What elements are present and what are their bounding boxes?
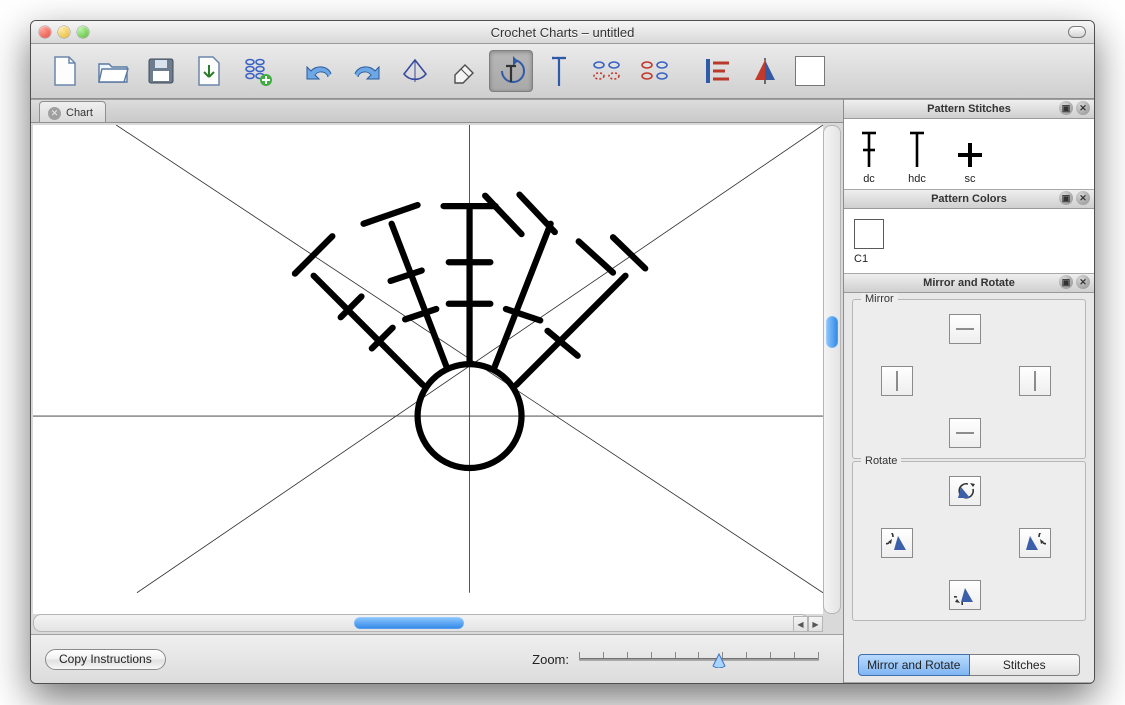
hdc-icon (908, 131, 926, 169)
row-horiz-button[interactable] (585, 50, 629, 92)
mirror-diagonal-icon (751, 56, 779, 86)
rotate-stitch-button[interactable] (489, 50, 533, 92)
tab-mirror-rotate[interactable]: Mirror and Rotate (858, 654, 970, 676)
sc-icon (956, 141, 984, 169)
mirror-up-icon (954, 320, 976, 338)
side-palette: Pattern Stitches ▣✕ dc hdc (843, 99, 1094, 683)
zoom-slider-thumb[interactable] (711, 650, 727, 666)
add-rows-button[interactable] (235, 50, 279, 92)
window-title: Crochet Charts – untitled (31, 25, 1094, 40)
half-double-crochet-icon (549, 54, 569, 88)
close-tab-icon[interactable]: ✕ (48, 107, 61, 120)
rotate-down-icon (954, 585, 976, 605)
rotate-down-button[interactable] (949, 580, 981, 610)
document-tabstrip: ✕ Chart (31, 100, 843, 123)
rotate-stitch-icon (496, 56, 526, 86)
panel-close-icon[interactable]: ✕ (1076, 275, 1090, 289)
align-button[interactable] (695, 50, 739, 92)
selection-tool-button[interactable] (393, 50, 437, 92)
undo-button[interactable] (297, 50, 341, 92)
rotate-left-button[interactable] (881, 528, 913, 558)
stitch-hdc[interactable]: hdc (908, 131, 926, 185)
titlebar: Crochet Charts – untitled (31, 21, 1094, 44)
mirror-rotate-panel: Mirror and Rotate ▣✕ Mirror R (844, 274, 1094, 683)
rotate-group: Rotate (852, 461, 1086, 621)
redo-button[interactable] (345, 50, 389, 92)
horizontal-flip-icon (590, 59, 624, 83)
rotate-right-icon (1024, 533, 1046, 553)
document-tab-label: Chart (66, 107, 93, 119)
mirror-right-icon (1025, 370, 1045, 392)
rotate-up-button[interactable] (949, 476, 981, 506)
rotate-right-button[interactable] (1019, 528, 1051, 558)
mirror-left-button[interactable] (881, 366, 913, 396)
color-c1[interactable]: C1 (852, 215, 1086, 269)
pattern-colors-panel: Pattern Colors ▣✕ C1 (844, 190, 1094, 274)
zoom-slider[interactable] (579, 649, 819, 669)
mirror-down-button[interactable] (949, 418, 981, 448)
save-icon (147, 57, 175, 85)
main-toolbar (31, 44, 1094, 99)
text-align-icon (703, 56, 731, 86)
status-bar: Copy Instructions Zoom: (31, 634, 843, 683)
dc-icon (860, 131, 878, 169)
open-file-button[interactable] (91, 50, 135, 92)
eraser-icon (449, 57, 477, 85)
rotate-left-icon (886, 533, 908, 553)
stitch-dc[interactable]: dc (860, 131, 878, 185)
mirror-rotate-title: Mirror and Rotate (923, 277, 1015, 289)
add-multiple-icon (242, 56, 272, 86)
app-window: Crochet Charts – untitled (30, 20, 1095, 684)
eraser-button[interactable] (441, 50, 485, 92)
horizontal-scroll-thumb[interactable] (354, 617, 464, 629)
mirror-tool-button[interactable] (743, 50, 787, 92)
mirror-up-button[interactable] (949, 314, 981, 344)
save-button[interactable] (139, 50, 183, 92)
hdc-stitch-button[interactable] (537, 50, 581, 92)
rotate-up-icon (954, 481, 976, 501)
selection-wedge-icon (400, 56, 430, 86)
panel-close-icon[interactable]: ✕ (1076, 101, 1090, 115)
chart-canvas[interactable] (33, 125, 823, 614)
panel-close-icon[interactable]: ✕ (1076, 191, 1090, 205)
pattern-colors-title: Pattern Colors (931, 193, 1007, 205)
open-file-icon (96, 57, 130, 85)
pattern-stitches-title: Pattern Stitches (927, 103, 1011, 115)
panel-popout-icon[interactable]: ▣ (1059, 191, 1073, 205)
palette-tab-bar: Mirror and Rotate Stitches (852, 650, 1086, 680)
panel-popout-icon[interactable]: ▣ (1059, 101, 1073, 115)
panel-popout-icon[interactable]: ▣ (1059, 275, 1073, 289)
export-icon (195, 55, 223, 87)
document-area: ✕ Chart (31, 99, 843, 683)
pattern-stitches-panel: Pattern Stitches ▣✕ dc hdc (844, 100, 1094, 190)
toolbar-toggle-pill[interactable] (1068, 26, 1086, 38)
zoom-window-button[interactable] (77, 26, 89, 38)
vertical-flip-icon (638, 59, 672, 83)
mirror-group: Mirror (852, 299, 1086, 459)
redo-icon (350, 58, 384, 84)
minimize-window-button[interactable] (58, 26, 70, 38)
document-tab[interactable]: ✕ Chart (39, 101, 106, 122)
scroll-right-button[interactable]: ▶ (808, 616, 823, 632)
zoom-label: Zoom: (532, 652, 569, 667)
new-file-icon (51, 55, 79, 87)
mirror-left-icon (887, 370, 907, 392)
vertical-scrollbar[interactable] (823, 125, 841, 614)
undo-icon (302, 58, 336, 84)
current-color-swatch[interactable] (795, 56, 825, 86)
tab-stitches[interactable]: Stitches (970, 654, 1081, 676)
vertical-scroll-thumb[interactable] (826, 316, 838, 348)
mirror-right-button[interactable] (1019, 366, 1051, 396)
new-file-button[interactable] (43, 50, 87, 92)
scroll-left-button[interactable]: ◀ (793, 616, 808, 632)
close-window-button[interactable] (39, 26, 51, 38)
row-vert-button[interactable] (633, 50, 677, 92)
mirror-down-icon (954, 424, 976, 442)
export-button[interactable] (187, 50, 231, 92)
stitch-sc[interactable]: sc (956, 141, 984, 185)
copy-instructions-button[interactable]: Copy Instructions (45, 649, 166, 670)
horizontal-scrollbar[interactable] (33, 614, 809, 632)
color-swatch-c1[interactable] (854, 219, 884, 249)
color-c1-label: C1 (854, 253, 868, 265)
